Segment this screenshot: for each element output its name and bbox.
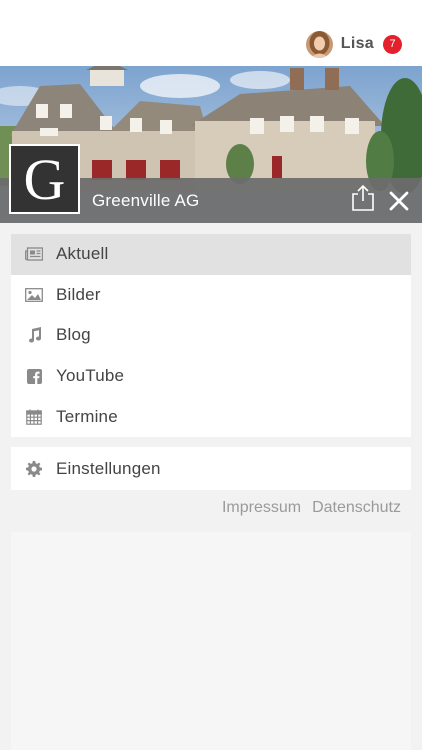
menu-item-termine[interactable]: Termine	[11, 396, 411, 437]
notification-badge[interactable]: 7	[383, 34, 402, 54]
share-icon	[352, 184, 374, 211]
menu-item-label: Aktuell	[56, 244, 109, 264]
menu-item-bilder[interactable]: Bilder	[11, 275, 411, 316]
company-logo: G	[9, 144, 80, 214]
menu-item-label: Bilder	[56, 284, 101, 304]
hero-header: G Greenville AG	[0, 66, 422, 223]
user-profile[interactable]: Lisa 7	[305, 29, 402, 59]
top-bar: Lisa 7	[0, 0, 422, 66]
menu-item-aktuell[interactable]: Aktuell	[11, 234, 411, 275]
settings-item[interactable]: Einstellungen	[11, 447, 411, 490]
menu-item-label: Termine	[56, 406, 118, 426]
impressum-link[interactable]: Impressum	[222, 499, 301, 517]
menu-panel-background	[11, 532, 411, 750]
avatar[interactable]	[305, 30, 333, 58]
navigation-menu: Aktuell Bilder Blog YouTube Termine	[11, 234, 411, 437]
facebook-icon	[25, 367, 43, 385]
company-name: Greenville AG	[92, 191, 200, 210]
newspaper-icon	[25, 245, 43, 263]
music-note-icon	[25, 326, 43, 344]
user-name[interactable]: Lisa	[341, 35, 374, 53]
image-icon	[25, 286, 43, 304]
logo-letter: G	[23, 147, 66, 212]
calendar-icon	[25, 408, 43, 426]
datenschutz-link[interactable]: Datenschutz	[312, 499, 401, 517]
settings-label: Einstellungen	[56, 458, 161, 478]
menu-item-label: YouTube	[56, 366, 125, 386]
gear-icon	[25, 460, 43, 478]
close-icon	[389, 191, 409, 211]
share-button[interactable]	[350, 184, 376, 212]
footer-links: Impressum Datenschutz	[222, 499, 401, 517]
close-button[interactable]	[387, 189, 411, 213]
menu-item-blog[interactable]: Blog	[11, 315, 411, 356]
menu-item-label: Blog	[56, 325, 91, 345]
menu-item-youtube[interactable]: YouTube	[11, 356, 411, 397]
